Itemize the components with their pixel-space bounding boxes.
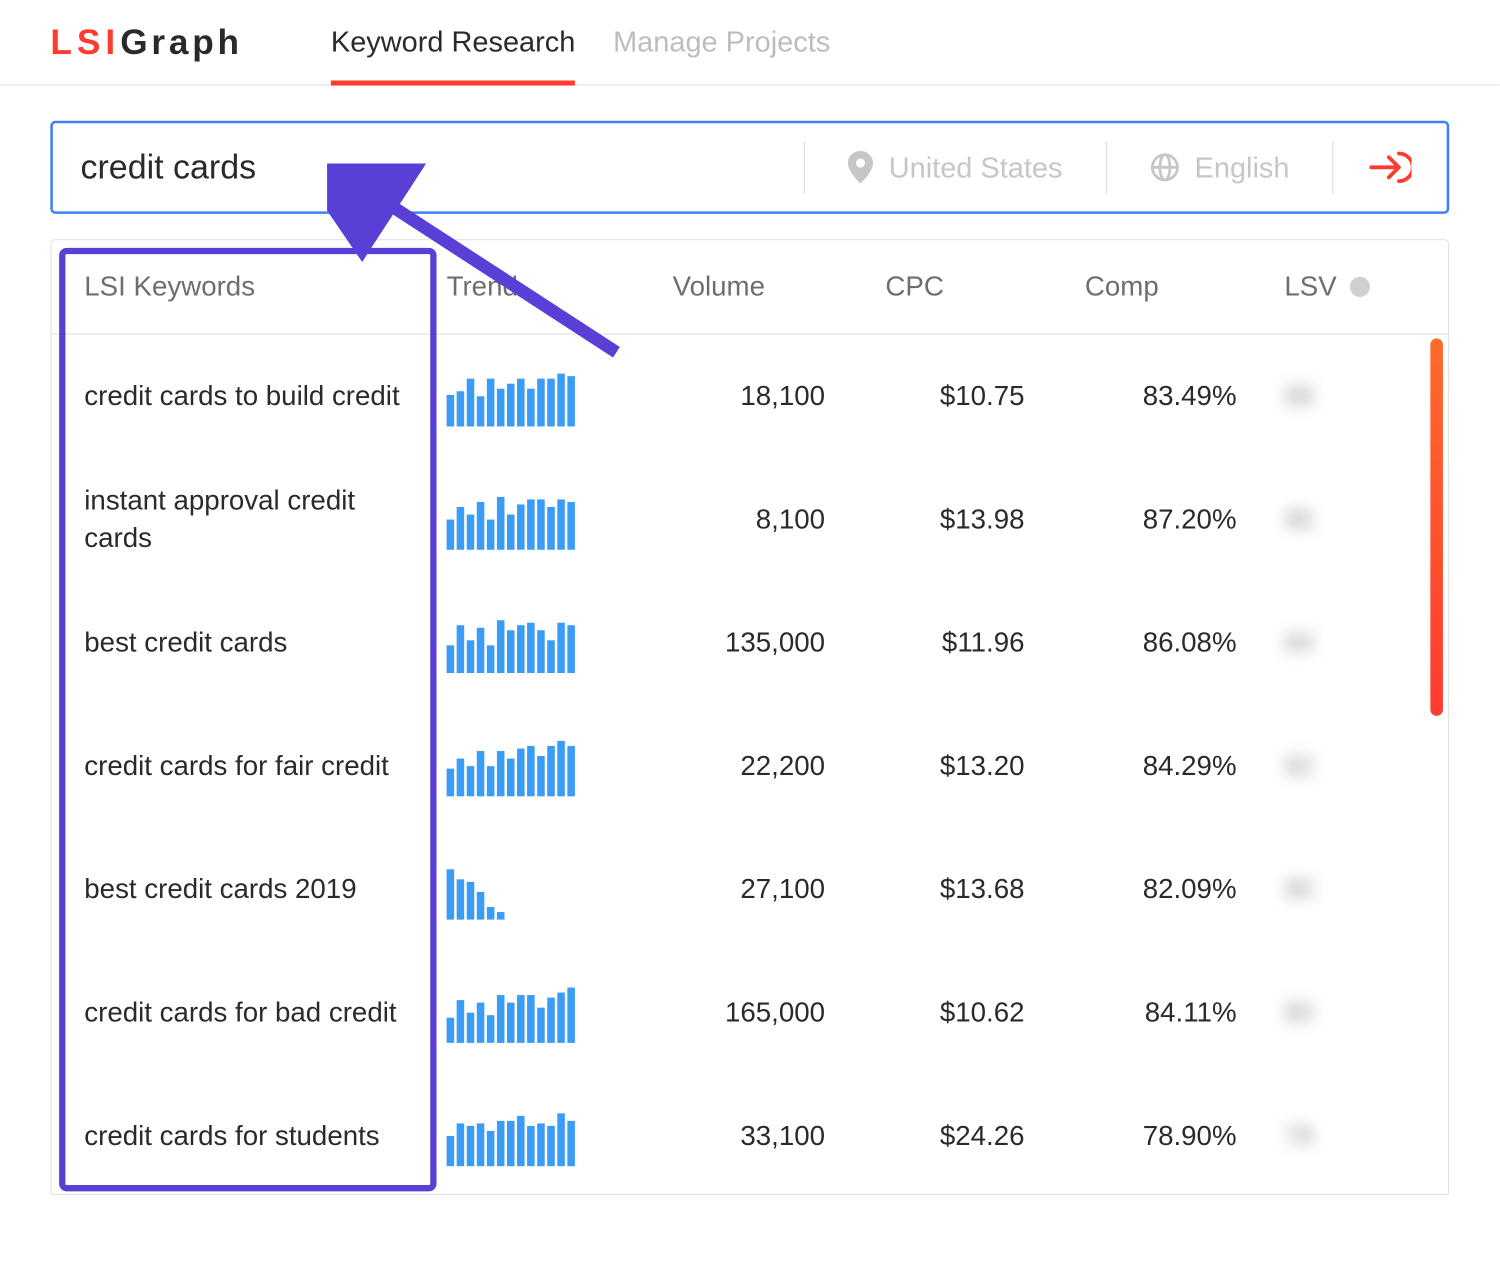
cpc-cell: $13.98 (863, 457, 1062, 580)
lsv-cell: 80 (1262, 827, 1448, 950)
volume-cell: 8,100 (650, 457, 863, 580)
search-submit-button[interactable] (1333, 148, 1446, 186)
table-row[interactable]: credit cards to build credit 18,100$10.75… (52, 334, 1448, 457)
help-icon[interactable] (1349, 277, 1369, 297)
keyword-cell: best credit cards 2019 (52, 827, 424, 950)
trend-cell (424, 1074, 650, 1195)
logo-lsi: LSI (50, 22, 120, 61)
lsv-cell: 84 (1262, 581, 1448, 704)
language-filter[interactable]: English (1106, 150, 1332, 184)
location-label: United States (889, 150, 1063, 184)
cpc-cell: $13.20 (863, 704, 1062, 827)
lsv-cell: 88 (1262, 334, 1448, 457)
trend-sparkline (447, 982, 628, 1042)
col-volume[interactable]: Volume (650, 240, 863, 334)
table-row[interactable]: credit cards for students 33,100$24.2678.… (52, 1074, 1448, 1195)
trend-sparkline (447, 366, 628, 426)
trend-cell (424, 827, 650, 950)
cpc-cell: $24.26 (863, 1074, 1062, 1195)
trend-sparkline (447, 735, 628, 795)
volume-cell: 165,000 (650, 950, 863, 1073)
logo-graph: Graph (120, 22, 243, 61)
comp-cell: 83.49% (1062, 334, 1261, 457)
keyword-cell: credit cards for bad credit (52, 950, 424, 1073)
keyword-cell: credit cards for students (52, 1074, 424, 1195)
keyword-input[interactable] (53, 148, 805, 187)
trend-sparkline (447, 489, 628, 549)
lsv-cell: 82 (1262, 704, 1448, 827)
tab-manage-projects[interactable]: Manage Projects (613, 0, 830, 84)
col-comp[interactable]: Comp (1062, 240, 1261, 334)
table-row[interactable]: best credit cards 135,000$11.9686.08%84 (52, 581, 1448, 704)
table-row[interactable]: best credit cards 2019 27,100$13.6882.09%… (52, 827, 1448, 950)
trend-sparkline (447, 1105, 628, 1165)
col-trend[interactable]: Trend (424, 240, 650, 334)
col-keywords[interactable]: LSI Keywords (52, 240, 424, 334)
globe-icon (1149, 152, 1179, 182)
scrollbar-thumb[interactable] (1430, 338, 1443, 715)
comp-cell: 78.90% (1062, 1074, 1261, 1195)
trend-cell (424, 457, 650, 580)
col-cpc[interactable]: CPC (863, 240, 1062, 334)
search-bar: United States English (50, 121, 1449, 214)
col-lsv-label: LSV (1284, 270, 1336, 303)
cpc-cell: $11.96 (863, 581, 1062, 704)
language-label: English (1195, 150, 1290, 184)
location-icon (848, 151, 873, 184)
tab-keyword-research[interactable]: Keyword Research (331, 0, 575, 84)
keyword-cell: credit cards to build credit (52, 334, 424, 457)
cpc-cell: $10.62 (863, 950, 1062, 1073)
comp-cell: 86.08% (1062, 581, 1261, 704)
trend-cell (424, 950, 650, 1073)
col-lsv[interactable]: LSV (1262, 240, 1448, 334)
volume-cell: 18,100 (650, 334, 863, 457)
table-row[interactable]: credit cards for bad credit 165,000$10.62… (52, 950, 1448, 1073)
lsv-cell: 86 (1262, 457, 1448, 580)
table-row[interactable]: instant approval credit cards 8,100$13.98… (52, 457, 1448, 580)
trend-sparkline (447, 859, 628, 919)
trend-cell (424, 704, 650, 827)
cpc-cell: $13.68 (863, 827, 1062, 950)
comp-cell: 87.20% (1062, 457, 1261, 580)
trend-cell (424, 334, 650, 457)
lsv-cell: 80 (1262, 950, 1448, 1073)
keyword-cell: best credit cards (52, 581, 424, 704)
volume-cell: 33,100 (650, 1074, 863, 1195)
keyword-cell: instant approval credit cards (52, 457, 424, 580)
trend-cell (424, 581, 650, 704)
comp-cell: 82.09% (1062, 827, 1261, 950)
lsv-cell: 78 (1262, 1074, 1448, 1195)
results-table: LSI Keywords Trend Volume CPC Comp LSV c… (50, 239, 1449, 1195)
keyword-cell: credit cards for fair credit (52, 704, 424, 827)
table-row[interactable]: credit cards for fair credit 22,200$13.20… (52, 704, 1448, 827)
submit-icon (1369, 148, 1412, 186)
comp-cell: 84.11% (1062, 950, 1261, 1073)
volume-cell: 22,200 (650, 704, 863, 827)
logo: LSIGraph (50, 22, 243, 62)
table-header-row: LSI Keywords Trend Volume CPC Comp LSV (52, 240, 1448, 334)
trend-sparkline (447, 612, 628, 672)
comp-cell: 84.29% (1062, 704, 1261, 827)
volume-cell: 27,100 (650, 827, 863, 950)
cpc-cell: $10.75 (863, 334, 1062, 457)
volume-cell: 135,000 (650, 581, 863, 704)
top-nav: LSIGraph Keyword Research Manage Project… (0, 0, 1500, 86)
location-filter[interactable]: United States (806, 150, 1106, 184)
